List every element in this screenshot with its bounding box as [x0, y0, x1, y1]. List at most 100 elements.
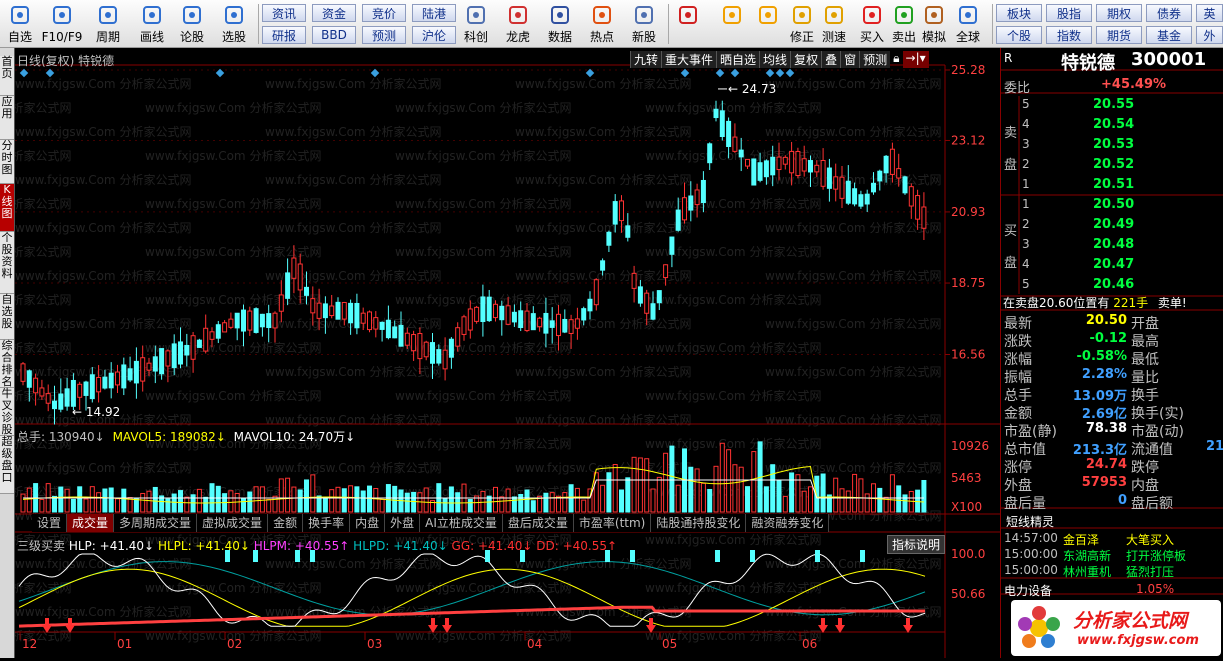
header-tool-button[interactable]: 九转: [630, 51, 662, 68]
volume-bar: [663, 452, 669, 513]
left-tab[interactable]: 综合排名: [0, 340, 14, 388]
toolbar-forum-button[interactable]: 论股: [172, 0, 212, 48]
header-tool-button[interactable]: 重大事件: [661, 51, 717, 68]
indicator-tab[interactable]: 成交量: [67, 514, 115, 532]
toolbar-fire-button[interactable]: 热点: [582, 0, 622, 48]
kline-svg[interactable]: www.fxjgsw.Com 分析家公式网 www.fxjgsw.Com 分析家公…: [0, 48, 1000, 658]
toolbar-back-arrow-button[interactable]: [716, 0, 748, 48]
quick-button-top[interactable]: 竞价: [362, 4, 406, 22]
expand-arrow-icon[interactable]: →|▾: [902, 51, 929, 68]
market-button-top[interactable]: 期权: [1096, 4, 1142, 22]
header-tool-button[interactable]: 窗: [840, 51, 860, 68]
quick-button-bottom[interactable]: 研报: [262, 26, 306, 44]
quick-button-bottom[interactable]: 预测: [362, 26, 406, 44]
candle-body: [215, 324, 221, 339]
candle-body: [96, 376, 102, 393]
candle-body: [127, 368, 133, 381]
indicator-tab[interactable]: 虚拟成交量: [197, 514, 269, 532]
indicator-tab[interactable]: 陆股通持股变化: [651, 514, 747, 532]
indicator-tab[interactable]: AI立桩成交量: [420, 514, 503, 532]
left-tab[interactable]: 分时图: [0, 140, 14, 184]
market-button-top[interactable]: 英: [1196, 4, 1223, 22]
watermark-text: www.fxjgsw.Com 分析家公式网: [515, 220, 691, 235]
candle-body: [404, 332, 410, 346]
watermark-text: www.fxjgsw.Com 分析家公式网: [765, 124, 941, 139]
indicator-tab[interactable]: 外盘: [385, 514, 421, 532]
quick-button-top[interactable]: 陆港: [412, 4, 456, 22]
toolbar-pick-stock-button[interactable]: 选股: [214, 0, 254, 48]
header-tool-button[interactable]: 晒自选: [716, 51, 760, 68]
left-tab[interactable]: K线图: [0, 184, 14, 232]
toolbar-globe-button[interactable]: 全球: [952, 0, 984, 48]
toolbar-hammer-button[interactable]: 模拟: [918, 0, 950, 48]
candle-body: [682, 197, 687, 221]
bid-level: 3: [1022, 237, 1030, 251]
short-title[interactable]: 短线精灵: [1006, 513, 1054, 530]
kline-chart-area[interactable]: www.fxjgsw.Com 分析家公式网 www.fxjgsw.Com 分析家公…: [0, 48, 1000, 658]
left-tab[interactable]: 首页: [0, 56, 14, 96]
toolbar-speed-button[interactable]: 测速: [818, 0, 850, 48]
month-label: 03: [367, 637, 382, 651]
toolbar-sell-button[interactable]: 卖出: [888, 0, 920, 48]
market-button-bottom[interactable]: 基金: [1146, 26, 1192, 44]
indicator-tab[interactable]: 换手率: [303, 514, 351, 532]
market-button-bottom[interactable]: 个股: [996, 26, 1042, 44]
toolbar-clock-button[interactable]: 周期: [88, 0, 128, 48]
event-marker-icon[interactable]: [785, 68, 795, 78]
candle-body: [675, 209, 681, 231]
indicator-tab[interactable]: 盘后成交量: [502, 514, 574, 532]
market-button-top[interactable]: 板块: [996, 4, 1042, 22]
indicator-tab[interactable]: 市盈率(ttm): [573, 514, 652, 532]
indicator-tab[interactable]: 金额: [268, 514, 304, 532]
toolbar-star-button[interactable]: 自选: [0, 0, 40, 48]
event-marker-icon[interactable]: [215, 68, 225, 78]
quick-button-bottom[interactable]: 沪伦: [412, 26, 456, 44]
market-button-bottom[interactable]: 期货: [1096, 26, 1142, 44]
header-tool-button[interactable]: 复权: [790, 51, 822, 68]
quote-value: -0.12: [1089, 331, 1127, 346]
indicator-tab[interactable]: 融资融券变化: [746, 514, 830, 532]
candle-body: [272, 312, 278, 329]
toolbar-pen-button[interactable]: 画线: [132, 0, 172, 48]
toolbar-updown-button[interactable]: [752, 0, 784, 48]
left-tab[interactable]: 自选股: [0, 294, 14, 340]
header-tool-button[interactable]: 均线: [759, 51, 791, 68]
header-tool-button[interactable]: 叠: [821, 51, 841, 68]
candle-body: [511, 311, 517, 323]
toolbar-label: 自选: [7, 30, 32, 44]
candle-body: [581, 308, 587, 321]
quick-button-top[interactable]: 资讯: [262, 4, 306, 22]
volume-bar: [102, 488, 108, 513]
market-button-top[interactable]: 股指: [1046, 4, 1092, 22]
indicator-tab[interactable]: 设置: [32, 514, 68, 532]
lock-icon[interactable]: 🔒︎: [890, 51, 902, 68]
candle-body: [190, 335, 196, 360]
toolbar-document-button[interactable]: F10/F9: [42, 0, 82, 48]
toolbar-pe-button[interactable]: 数据: [540, 0, 580, 48]
toolbar-dragon-button[interactable]: 龙虎: [498, 0, 538, 48]
market-button-bottom[interactable]: 指数: [1046, 26, 1092, 44]
quick-button-top[interactable]: 资金: [312, 4, 356, 22]
toolbar-fix-button[interactable]: 修正: [786, 0, 818, 48]
left-tab[interactable]: 超级盘口: [0, 436, 14, 494]
sector-name[interactable]: 电力设备: [1004, 582, 1052, 599]
indicator-help-button[interactable]: 指标说明: [887, 535, 946, 554]
indicator-tab[interactable]: 多周期成交量: [114, 514, 198, 532]
market-button-top[interactable]: 债券: [1146, 4, 1192, 22]
quick-button-bottom[interactable]: BBD: [312, 26, 356, 44]
indicator-tab[interactable]: 内盘: [350, 514, 386, 532]
event-marker-icon[interactable]: [370, 68, 380, 78]
header-tool-button[interactable]: 预测: [859, 51, 891, 68]
toolbar-new-stock-button[interactable]: 新股: [624, 0, 664, 48]
event-marker-icon[interactable]: [730, 68, 740, 78]
toolbar-grid-button[interactable]: [672, 0, 704, 48]
ask-level: 3: [1022, 137, 1030, 151]
left-tab[interactable]: 牛叉诊股: [0, 388, 14, 436]
market-button-bottom[interactable]: 外: [1196, 26, 1223, 44]
candle-body: [259, 313, 265, 328]
toolbar-chart-button[interactable]: 科创: [456, 0, 496, 48]
left-tab[interactable]: 个股资料: [0, 232, 14, 294]
left-tab[interactable]: 应用: [0, 96, 14, 140]
toolbar-buy-button[interactable]: 买入: [856, 0, 888, 48]
volume-bar: [335, 486, 341, 513]
